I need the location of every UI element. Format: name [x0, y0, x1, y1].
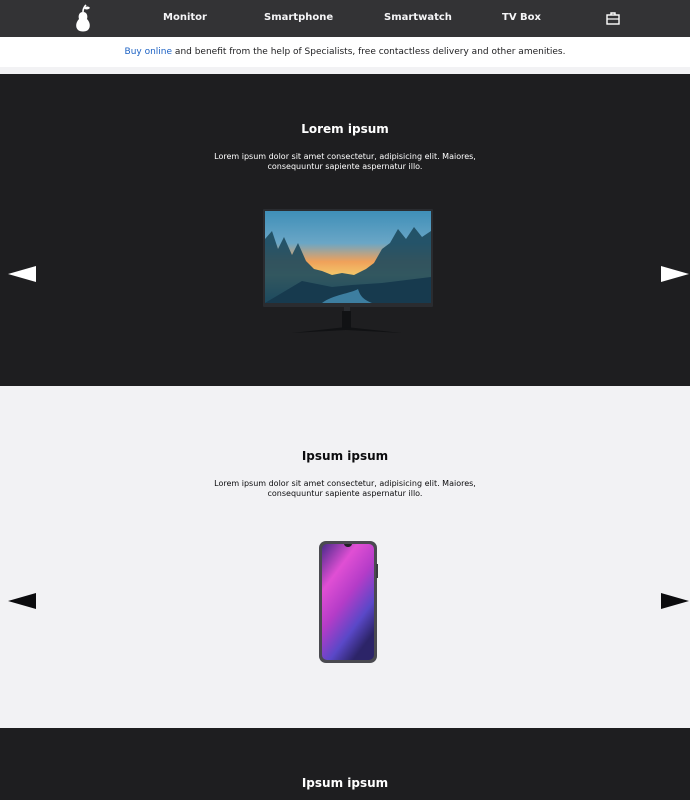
nav-link-smartwatch[interactable]: Smartwatch	[384, 12, 452, 23]
top-nav: Monitor Smartphone Smartwatch TV Box	[0, 0, 690, 37]
next-arrow-icon[interactable]	[661, 593, 689, 609]
smartphone-image	[319, 541, 378, 663]
product-section-smartphone: Ipsum ipsum Lorem ipsum dolor sit amet c…	[0, 386, 690, 728]
pear-logo-icon[interactable]	[73, 3, 93, 33]
section-text: Lorem ipsum dolor sit amet consectetur, …	[214, 152, 476, 171]
shopping-bag-icon[interactable]	[606, 11, 620, 25]
section-title: Ipsum ipsum	[301, 776, 389, 790]
section-title: Ipsum ipsum	[301, 449, 389, 463]
prev-arrow-icon[interactable]	[8, 593, 36, 609]
section-text: Lorem ipsum dolor sit amet consectetur, …	[214, 479, 476, 498]
nav-link-tv-box[interactable]: TV Box	[502, 12, 541, 23]
divider	[0, 67, 690, 74]
next-arrow-icon[interactable]	[661, 266, 689, 282]
section-title: Lorem ipsum	[301, 122, 389, 136]
promo-banner: Buy online and benefit from the help of …	[0, 37, 690, 67]
monitor-image	[263, 209, 433, 333]
promo-text: and benefit from the help of Specialists…	[172, 47, 566, 57]
nav-link-smartphone[interactable]: Smartphone	[264, 12, 333, 23]
prev-arrow-icon[interactable]	[8, 266, 36, 282]
nav-link-monitor[interactable]: Monitor	[163, 12, 207, 23]
product-section-monitor: Lorem ipsum Lorem ipsum dolor sit amet c…	[0, 74, 690, 386]
buy-online-link[interactable]: Buy online	[125, 47, 173, 57]
product-section-third: Ipsum ipsum	[0, 728, 690, 800]
